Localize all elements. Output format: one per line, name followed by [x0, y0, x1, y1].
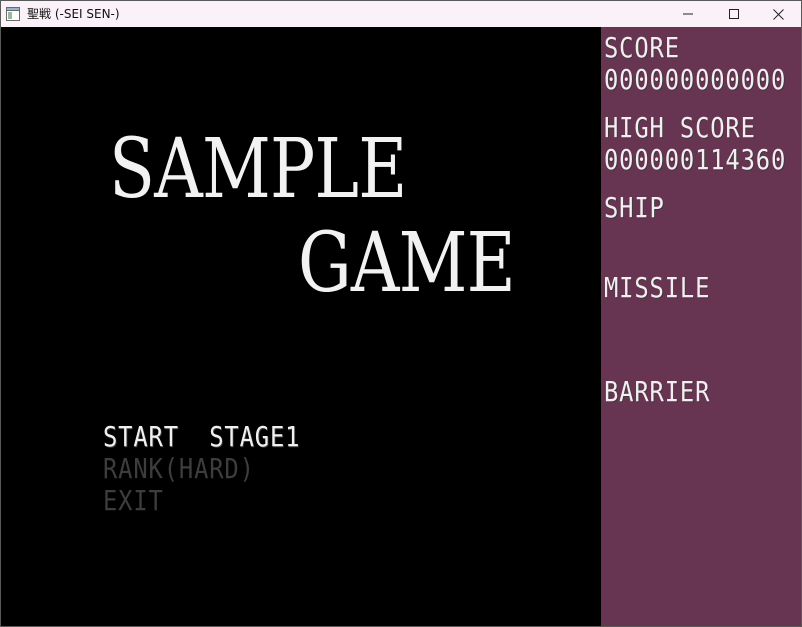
missile-label: MISSILE: [604, 271, 711, 304]
game-screen[interactable]: SAMPLE GAME START STAGE1 RANK(HARD) EXIT: [1, 27, 601, 626]
minimize-icon: [683, 9, 693, 19]
game-title-line2: GAME: [298, 216, 516, 311]
window-app-icon: [6, 7, 20, 21]
window-title: 聖戦 (-SEI SEN-): [27, 7, 120, 21]
minimize-button[interactable]: [665, 1, 711, 27]
ship-label: SHIP: [604, 191, 665, 224]
menu-item-rank[interactable]: RANK(HARD): [103, 452, 255, 485]
maximize-icon: [729, 9, 739, 19]
title-bar[interactable]: 聖戦 (-SEI SEN-): [1, 1, 801, 27]
close-icon: [772, 8, 784, 20]
maximize-button[interactable]: [711, 1, 757, 27]
high-score-label: HIGH SCORE: [604, 111, 756, 144]
close-button[interactable]: [755, 1, 801, 27]
barrier-label: BARRIER: [604, 375, 711, 408]
game-window: 聖戦 (-SEI SEN-) SAMPLE GAME START STAGE1 …: [0, 0, 802, 627]
menu-item-start[interactable]: START STAGE1: [103, 420, 300, 453]
menu-item-exit[interactable]: EXIT: [103, 484, 164, 517]
score-value: 000000000000: [604, 63, 787, 96]
game-title-line1: SAMPLE: [109, 122, 407, 217]
high-score-value: 000000114360: [604, 143, 787, 176]
score-label: SCORE: [604, 31, 680, 64]
